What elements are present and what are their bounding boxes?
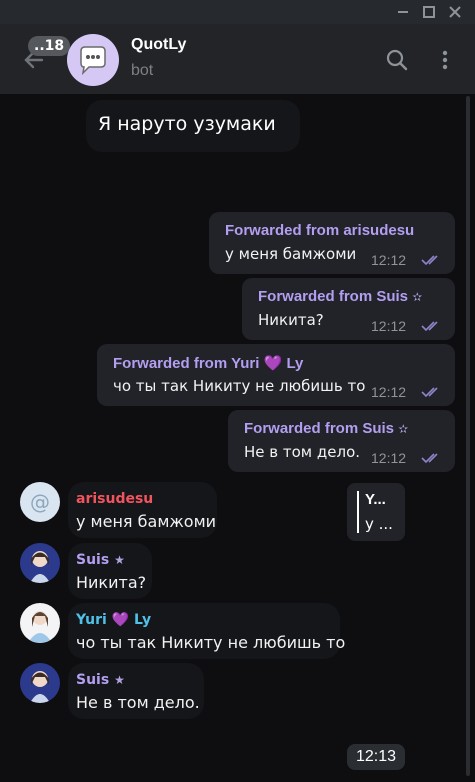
double-check-icon: [421, 453, 438, 464]
chat-title[interactable]: QuotLy: [131, 36, 186, 54]
forwarded-from[interactable]: Forwarded from Suis ✫: [244, 420, 408, 437]
sticker-text: Я наруто узумаки: [98, 113, 276, 135]
quote-message: Suis ★ Никита?: [68, 543, 152, 599]
purple-heart-icon: 💜: [263, 355, 283, 372]
unread-badge: ..18: [28, 36, 71, 56]
quote-text: у меня бамжоми: [76, 512, 217, 531]
quote-author: Yuri 💜 Ly: [76, 612, 152, 628]
reply-line: [357, 491, 359, 533]
window-titlebar: [0, 0, 475, 24]
avatar: [20, 663, 60, 703]
avatar: [20, 603, 60, 643]
reply-preview[interactable]: Y... у ...: [347, 483, 405, 541]
forwarded-message[interactable]: Forwarded from Suis ✫ Не в том дело. 12:…: [228, 410, 455, 472]
bot-avatar[interactable]: [67, 34, 119, 86]
quote-author: Suis ★: [76, 672, 125, 688]
close-icon[interactable]: [443, 0, 467, 24]
double-check-icon: [421, 387, 438, 398]
double-check-icon: [421, 321, 438, 332]
quote-author: Suis ★: [76, 552, 125, 568]
double-check-icon: [421, 255, 438, 266]
message-text: чо ты так Никиту не любишь то: [113, 377, 366, 395]
maximize-icon[interactable]: [417, 0, 441, 24]
chat-header: ..18 QuotLy bot: [0, 24, 475, 94]
quote-message: arisudesu у меня бамжоми: [68, 482, 217, 538]
minimize-icon[interactable]: [391, 0, 415, 24]
forwarded-message[interactable]: Forwarded from Yuri 💜 Ly чо ты так Никит…: [97, 344, 455, 406]
message-time: 12:12: [371, 450, 407, 466]
more-options-icon[interactable]: [435, 48, 455, 72]
message-time: 12:12: [371, 384, 407, 400]
purple-heart-icon: 💜: [111, 612, 130, 628]
quote-message: Yuri 💜 Ly чо ты так Никиту не любишь то: [68, 603, 345, 659]
message-time: 12:12: [371, 252, 407, 268]
chat-subtitle: bot: [131, 62, 154, 79]
forwarded-message[interactable]: Forwarded from Suis ✫ Никита? 12:12: [242, 278, 455, 340]
quote-author: arisudesu: [76, 491, 154, 507]
svg-text:@: @: [30, 490, 50, 514]
message-text: у меня бамжоми: [225, 245, 357, 263]
sticker-time: 12:13: [347, 744, 405, 770]
message-time: 12:12: [371, 318, 407, 334]
quote-text: чо ты так Никиту не любишь то: [76, 633, 346, 652]
forwarded-from[interactable]: Forwarded from Suis ✫: [258, 288, 422, 305]
reply-text: у ...: [365, 515, 393, 533]
message-text: Не в том дело.: [244, 443, 361, 461]
scrollbar[interactable]: [466, 96, 470, 776]
avatar: @: [20, 482, 60, 522]
forwarded-message[interactable]: Forwarded from arisudesu у меня бамжоми …: [209, 212, 455, 274]
sticker-message[interactable]: Я наруто узумаки: [86, 100, 300, 152]
speech-bubble-icon: [80, 46, 106, 76]
forwarded-from[interactable]: Forwarded from arisudesu: [225, 222, 414, 239]
quote-text: Никита?: [76, 573, 147, 592]
quote-text: Не в том дело.: [76, 693, 200, 712]
avatar: [20, 543, 60, 583]
message-text: Никита?: [258, 311, 324, 329]
quote-message: Suis ★ Не в том дело.: [68, 663, 204, 719]
search-icon[interactable]: [385, 48, 409, 72]
forwarded-from[interactable]: Forwarded from Yuri 💜 Ly: [113, 354, 303, 372]
reply-title: Y...: [365, 491, 386, 508]
